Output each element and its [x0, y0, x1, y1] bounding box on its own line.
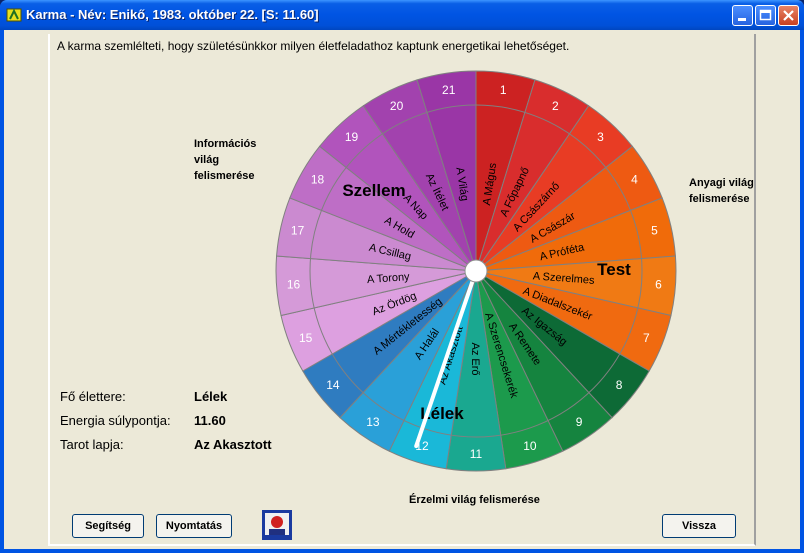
wheel-number-20: 20: [390, 99, 404, 113]
section-label-1: Test: [597, 260, 631, 279]
emotional-world-label: Érzelmi világ felismerése: [409, 494, 540, 506]
karma-wheel: 1A Mágus2A Főpapnő3A Császárnő4A Császár…: [275, 70, 677, 472]
help-button[interactable]: Segítség: [72, 514, 144, 538]
information-world-label: Információs világ felismerése: [194, 138, 257, 182]
tarot-label: Tarot lapja:: [60, 437, 124, 452]
wheel-number-9: 9: [576, 415, 583, 429]
energy-value: 11.60: [194, 413, 226, 428]
wheel-number-5: 5: [651, 223, 658, 237]
back-button[interactable]: Vissza: [662, 514, 736, 538]
wheel-number-13: 13: [366, 415, 380, 429]
wheel-number-14: 14: [326, 378, 340, 392]
wheel-number-7: 7: [643, 331, 650, 345]
section-label-0: Szellem: [342, 181, 405, 200]
tarot-value: Az Akasztott: [194, 437, 272, 452]
wheel-number-18: 18: [311, 173, 325, 187]
print-button[interactable]: Nyomtatás: [156, 514, 232, 538]
wheel-card-name-11: Az Erő: [469, 342, 481, 375]
wheel-number-19: 19: [345, 130, 359, 144]
wheel-number-21: 21: [442, 83, 456, 97]
material-world-label: Anyagi világ felismerése: [689, 177, 754, 205]
wheel-number-4: 4: [631, 173, 638, 187]
life-area-label: Fő élettere:: [60, 389, 126, 404]
wheel-hub: [464, 259, 488, 283]
life-area-value: Lélek: [194, 389, 228, 404]
wheel-number-10: 10: [523, 439, 537, 453]
energy-label: Energia súlypontja:: [60, 413, 171, 428]
wheel-number-6: 6: [655, 278, 662, 292]
wheel-number-1: 1: [500, 83, 507, 97]
wheel-number-8: 8: [616, 378, 623, 392]
wheel-number-17: 17: [291, 223, 305, 237]
wheel-number-16: 16: [287, 278, 301, 292]
wheel-number-15: 15: [299, 331, 313, 345]
wheel-number-3: 3: [597, 130, 604, 144]
print-preview-icon[interactable]: [261, 509, 293, 541]
wheel-number-2: 2: [552, 99, 559, 113]
wheel-number-11: 11: [470, 447, 483, 461]
